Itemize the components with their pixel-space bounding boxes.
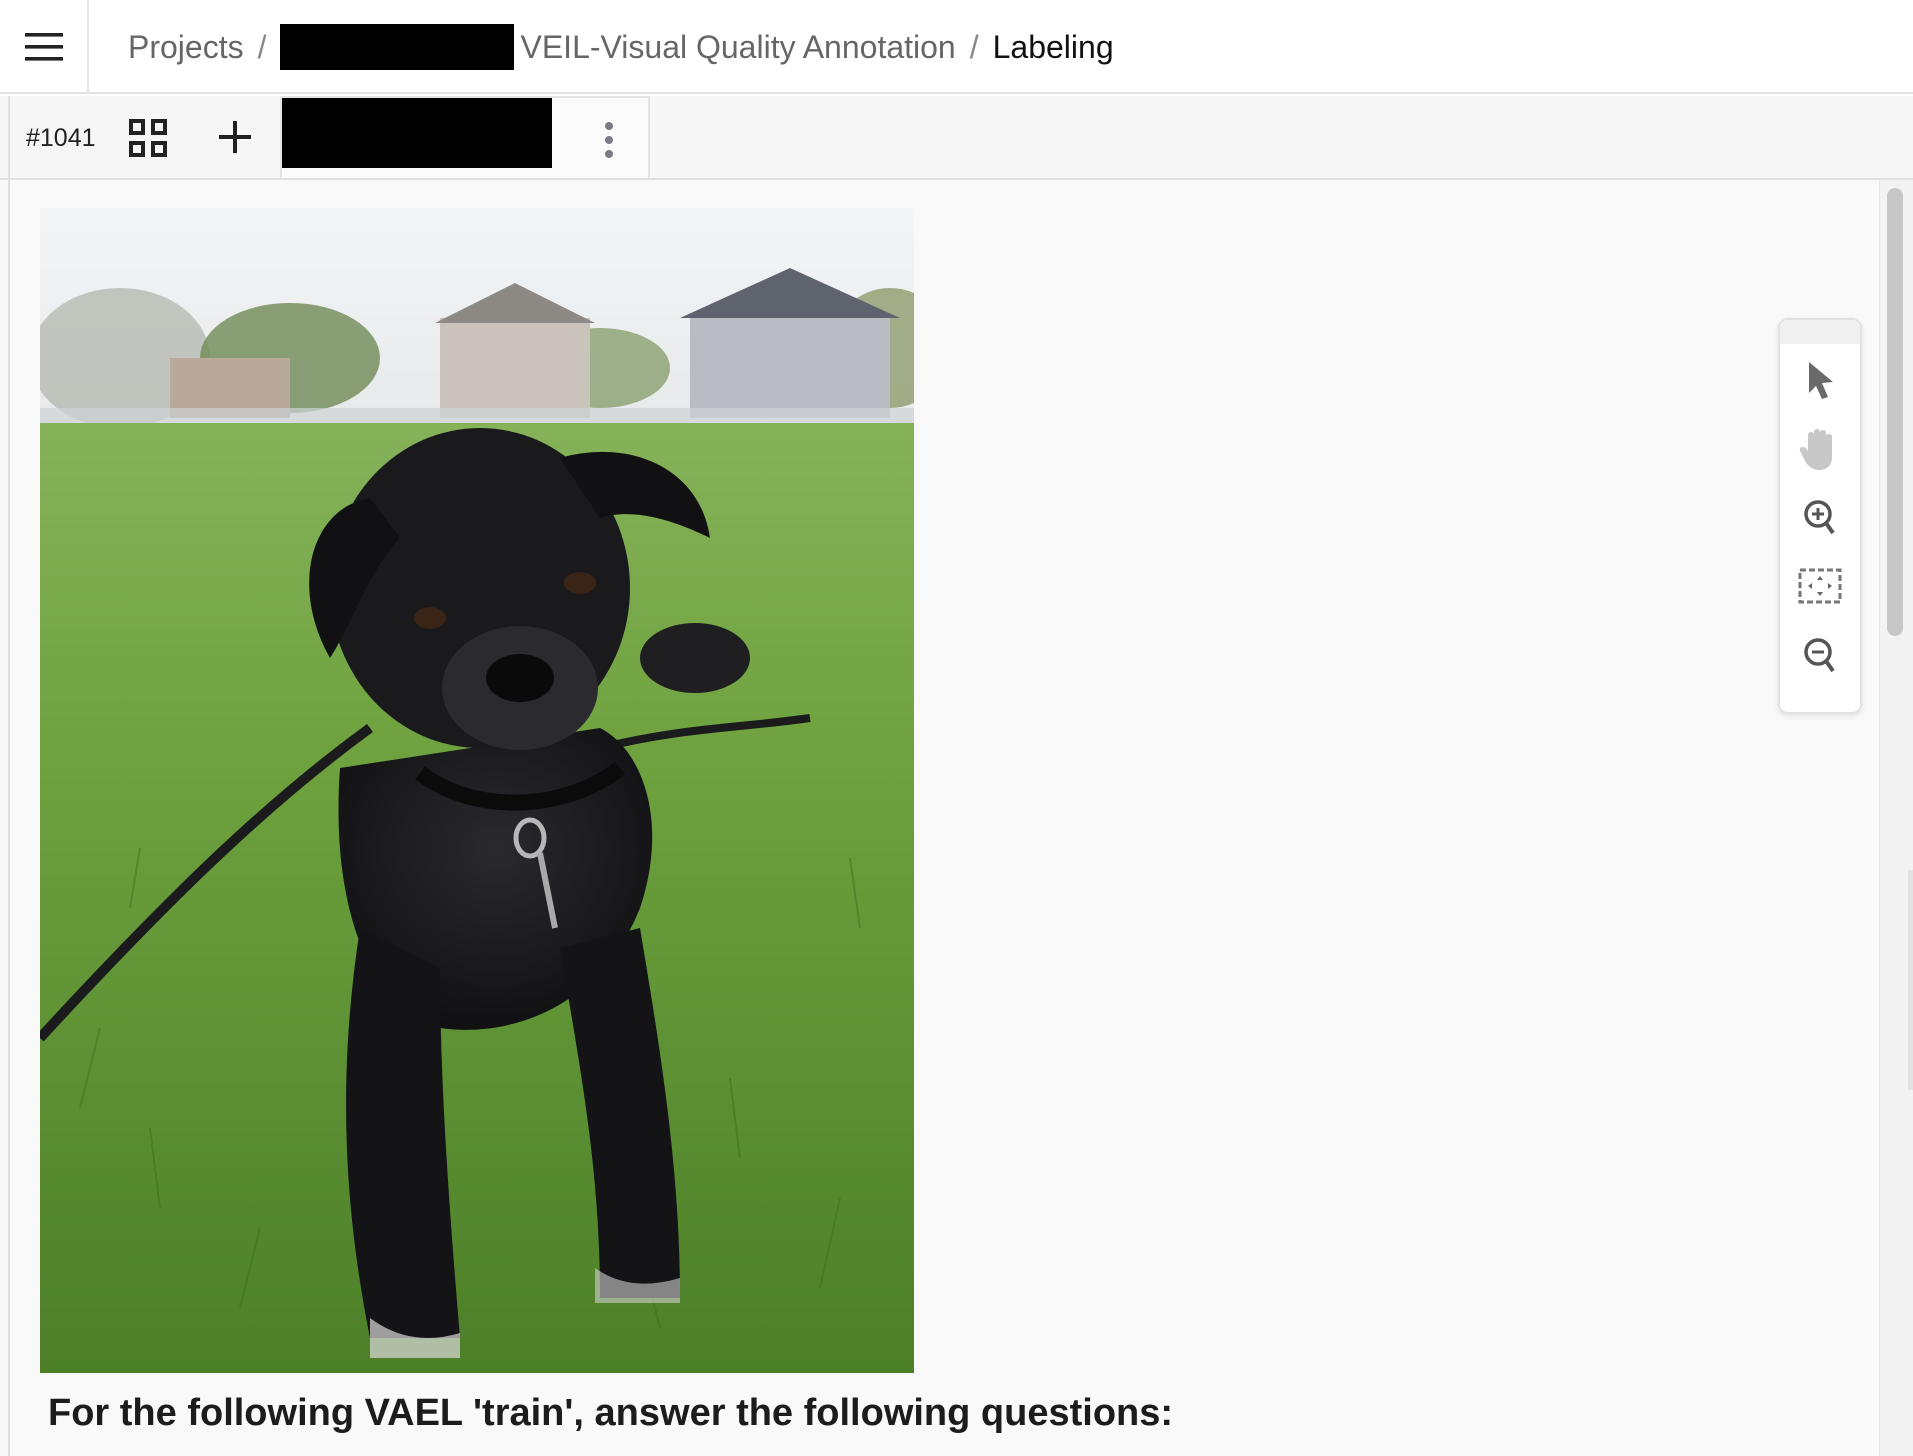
labeling-frame: For the following VAEL 'train', answer t… xyxy=(8,180,1881,1456)
fit-to-screen-button[interactable] xyxy=(1798,564,1842,608)
question-heading: For the following VAEL 'train', answer t… xyxy=(48,1392,1174,1434)
top-bar: Projects / VEIL-Visual Quality Annotatio… xyxy=(0,0,1913,94)
annotation-tab[interactable] xyxy=(280,96,650,178)
redacted-tab-label xyxy=(282,98,552,168)
cursor-arrow-icon xyxy=(1809,362,1833,399)
breadcrumb-project-link[interactable]: VEIL-Visual Quality Annotation xyxy=(520,29,955,66)
task-toolbar-left-edge xyxy=(8,96,10,180)
palette-drag-handle[interactable] xyxy=(1780,320,1860,344)
annotation-image[interactable] xyxy=(40,208,914,1373)
zoom-in-button[interactable] xyxy=(1798,496,1842,540)
kebab-menu-icon xyxy=(605,122,613,158)
image-tools-palette xyxy=(1778,318,1862,714)
grid-view-icon xyxy=(129,119,167,157)
zoom-out-icon xyxy=(1804,638,1835,673)
tab-more-button[interactable] xyxy=(594,118,624,162)
fit-to-screen-icon xyxy=(1798,568,1842,604)
breadcrumb-projects-link[interactable]: Projects xyxy=(128,29,244,66)
side-panel-edge xyxy=(1908,870,1913,1090)
plus-icon xyxy=(219,121,251,153)
add-tab-button[interactable] xyxy=(214,116,256,158)
breadcrumb-separator: / xyxy=(257,28,267,65)
labeling-area: For the following VAEL 'train', answer t… xyxy=(0,180,1913,1456)
zoom-in-icon xyxy=(1804,500,1835,535)
redacted-workspace-name xyxy=(280,24,515,70)
breadcrumb-separator: / xyxy=(969,28,979,65)
scrollbar-thumb[interactable] xyxy=(1887,188,1903,636)
pan-tool-button[interactable] xyxy=(1798,428,1842,472)
hamburger-icon xyxy=(24,33,63,61)
task-id: #1041 xyxy=(26,124,96,152)
dog-photo xyxy=(40,208,914,1373)
breadcrumb: Projects / VEIL-Visual Quality Annotatio… xyxy=(128,0,1114,94)
select-tool-button[interactable] xyxy=(1798,358,1842,402)
hand-icon xyxy=(1799,429,1832,470)
task-toolbar: #1041 xyxy=(0,96,1913,180)
menu-button[interactable] xyxy=(0,0,89,94)
grid-view-button[interactable] xyxy=(128,118,168,158)
zoom-out-button[interactable] xyxy=(1798,634,1842,678)
breadcrumb-current-page: Labeling xyxy=(992,28,1114,65)
